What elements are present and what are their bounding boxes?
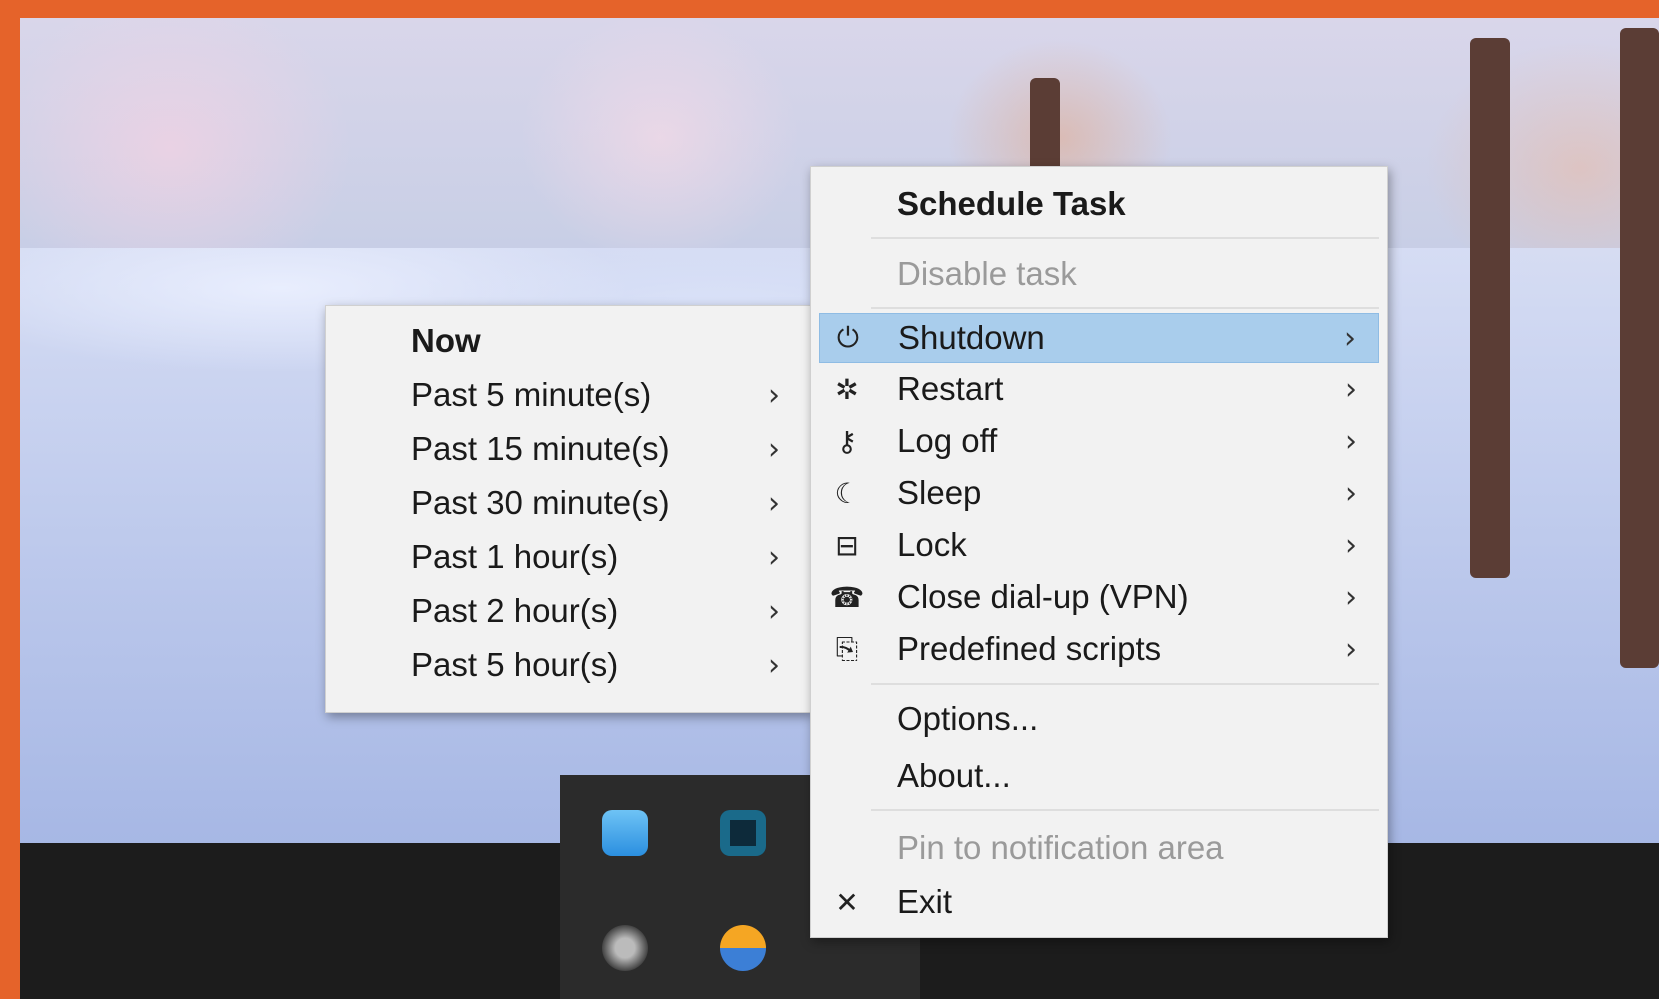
menu-separator	[871, 809, 1379, 811]
moon-icon: ☾	[834, 476, 860, 510]
menu-item-label: About...	[897, 757, 1011, 794]
menu-item-label: Close dial-up (VPN)	[897, 578, 1189, 615]
menu-item-exit[interactable]: ✕ Exit	[811, 877, 1387, 927]
chevron-right-icon: ›	[1345, 371, 1357, 407]
submenu-item-past-5-hours[interactable]: Past 5 hour(s) ›	[326, 640, 810, 690]
menu-separator	[871, 237, 1379, 239]
submenu-item-label: Past 2 hour(s)	[411, 592, 619, 629]
cloud-icon[interactable]	[602, 810, 648, 856]
menu-item-label: Restart	[897, 370, 1004, 407]
menu-item-disable-task: Disable task	[811, 249, 1387, 299]
chevron-right-icon: ›	[1345, 631, 1357, 667]
chevron-right-icon: ›	[1345, 423, 1357, 459]
chevron-right-icon: ›	[768, 431, 780, 467]
script-icon: ⎘	[835, 632, 859, 665]
landscape-icon[interactable]	[720, 925, 766, 971]
chevron-right-icon: ›	[768, 485, 780, 521]
submenu-item-past-15-minutes[interactable]: Past 15 minute(s) ›	[326, 424, 810, 474]
menu-item-label: Pin to notification area	[897, 829, 1224, 866]
menu-item-shutdown[interactable]: ⏻ Shutdown ›	[819, 313, 1379, 363]
submenu-item-now[interactable]: Now	[326, 316, 810, 366]
chevron-right-icon: ›	[1345, 475, 1357, 511]
menu-item-sleep[interactable]: ☾ Sleep ›	[811, 468, 1387, 518]
menu-item-label: Lock	[897, 526, 967, 563]
menu-item-predefined-scripts[interactable]: ⎘ Predefined scripts ›	[811, 624, 1387, 674]
menu-item-label: Sleep	[897, 474, 982, 511]
submenu-item-label: Past 15 minute(s)	[411, 430, 670, 467]
menu-item-about[interactable]: About...	[811, 751, 1387, 801]
chevron-right-icon: ›	[768, 593, 780, 629]
menu-item-schedule-task[interactable]: Schedule Task	[811, 179, 1387, 229]
shutdown-submenu: Now Past 5 minute(s) › Past 15 minute(s)…	[325, 305, 811, 713]
chevron-right-icon: ›	[768, 377, 780, 413]
power-icon: ⏻	[836, 321, 860, 354]
menu-item-label: Options...	[897, 700, 1039, 737]
chevron-right-icon: ›	[768, 539, 780, 575]
menu-item-label: Log off	[897, 422, 998, 459]
network-icon[interactable]	[720, 810, 766, 856]
menu-item-pin-to-notification-area: Pin to notification area	[811, 823, 1387, 873]
submenu-item-label: Past 5 hour(s)	[411, 646, 619, 683]
menu-item-label: Exit	[897, 883, 953, 920]
menu-item-restart[interactable]: ✲ Restart ›	[811, 364, 1387, 414]
submenu-item-past-1-hour[interactable]: Past 1 hour(s) ›	[326, 532, 810, 582]
key-icon: ⚷	[836, 424, 858, 458]
menu-item-label: Shutdown	[898, 319, 1045, 356]
chevron-right-icon: ›	[1345, 527, 1357, 563]
tree-trunk	[1470, 38, 1510, 578]
submenu-item-label: Past 30 minute(s)	[411, 484, 670, 521]
menu-item-label: Predefined scripts	[897, 630, 1162, 667]
menu-separator	[871, 683, 1379, 685]
submenu-item-label: Now	[411, 322, 481, 359]
lock-icon: ⊟	[835, 528, 859, 562]
menu-item-close-dial-up[interactable]: ☎ Close dial-up (VPN) ›	[811, 572, 1387, 622]
tree-trunk	[1620, 28, 1659, 668]
submenu-item-past-5-minutes[interactable]: Past 5 minute(s) ›	[326, 370, 810, 420]
submenu-item-label: Past 1 hour(s)	[411, 538, 619, 575]
chevron-right-icon: ›	[768, 647, 780, 683]
menu-item-label: Schedule Task	[897, 185, 1126, 222]
close-icon: ✕	[835, 885, 859, 919]
menu-separator	[871, 307, 1379, 309]
menu-item-log-off[interactable]: ⚷ Log off ›	[811, 416, 1387, 466]
menu-item-label: Disable task	[897, 255, 1077, 292]
schedule-task-context-menu: Schedule Task Disable task ⏻ Shutdown › …	[810, 166, 1388, 938]
submenu-item-past-2-hours[interactable]: Past 2 hour(s) ›	[326, 586, 810, 636]
chevron-right-icon: ›	[1344, 320, 1356, 356]
menu-item-options[interactable]: Options...	[811, 694, 1387, 744]
satellite-icon[interactable]	[602, 925, 648, 971]
chevron-right-icon: ›	[1345, 579, 1357, 615]
menu-item-lock[interactable]: ⊟ Lock ›	[811, 520, 1387, 570]
submenu-item-past-30-minutes[interactable]: Past 30 minute(s) ›	[326, 478, 810, 528]
restart-icon: ✲	[835, 372, 859, 406]
phone-icon: ☎	[829, 580, 865, 614]
submenu-item-label: Past 5 minute(s)	[411, 376, 652, 413]
